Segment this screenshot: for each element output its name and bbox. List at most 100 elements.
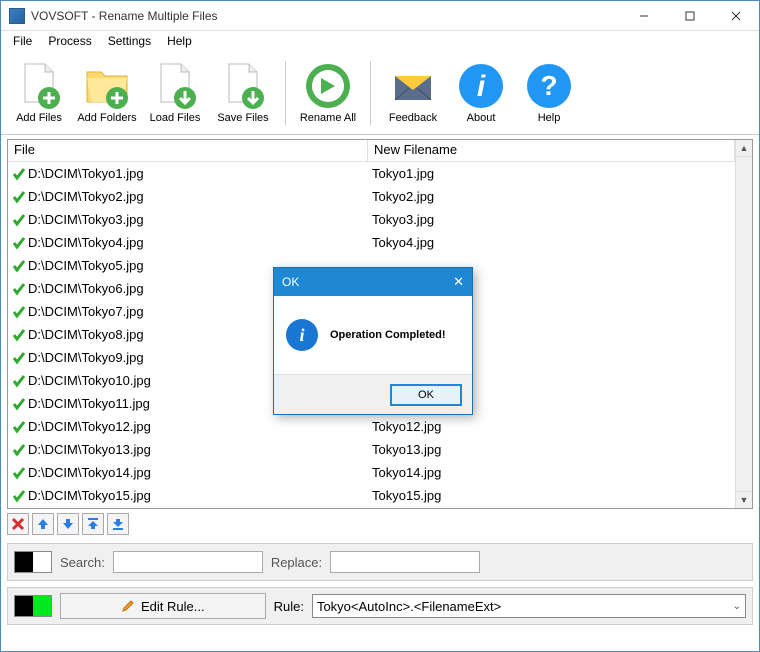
file-path: D:\DCIM\Tokyo9.jpg — [28, 350, 144, 365]
rename-all-icon — [304, 62, 352, 110]
add-folders-label: Add Folders — [77, 112, 136, 124]
scrollbar[interactable]: ▲ ▼ — [735, 140, 752, 508]
check-icon — [12, 236, 26, 250]
add-files-button[interactable]: Add Files — [5, 53, 73, 133]
rule-combo[interactable]: Tokyo<AutoInc>.<FilenameExt> ⌄ — [312, 594, 746, 618]
check-icon — [12, 259, 26, 273]
replace-label: Replace: — [271, 555, 322, 570]
titlebar: VOVSOFT - Rename Multiple Files — [1, 1, 759, 31]
feedback-button[interactable]: Feedback — [379, 53, 447, 133]
scroll-up-button[interactable]: ▲ — [736, 140, 752, 157]
move-bottom-button[interactable] — [107, 513, 129, 535]
table-row[interactable]: D:\DCIM\Tokyo4.jpg Tokyo4.jpg — [8, 231, 735, 254]
rename-all-button[interactable]: Rename All — [294, 53, 362, 133]
feedback-label: Feedback — [389, 112, 437, 124]
edit-rule-button[interactable]: Edit Rule... — [60, 593, 266, 619]
table-row[interactable]: D:\DCIM\Tokyo12.jpgTokyo12.jpg — [8, 415, 735, 438]
file-path: D:\DCIM\Tokyo7.jpg — [28, 304, 144, 319]
search-input[interactable] — [113, 551, 263, 573]
save-files-button[interactable]: Save Files — [209, 53, 277, 133]
action-bar — [7, 513, 753, 537]
menu-help[interactable]: Help — [159, 32, 200, 50]
toolbar-separator — [370, 61, 371, 125]
minimize-button[interactable] — [621, 1, 667, 31]
about-button[interactable]: i About — [447, 53, 515, 133]
remove-button[interactable] — [7, 513, 29, 535]
add-folders-button[interactable]: Add Folders — [73, 53, 141, 133]
table-row[interactable]: D:\DCIM\Tokyo2.jpg Tokyo2.jpg — [8, 185, 735, 208]
list-header: File New Filename — [8, 140, 735, 162]
toolbar: Add Files Add Folders Load Files Save Fi… — [1, 51, 759, 135]
new-filename: Tokyo3.jpg — [368, 212, 735, 227]
check-icon — [12, 305, 26, 319]
check-icon — [12, 443, 26, 457]
check-icon — [12, 489, 26, 503]
dialog-message: Operation Completed! — [330, 329, 446, 341]
check-icon — [12, 374, 26, 388]
rule-color-indicator[interactable] — [14, 595, 52, 617]
file-path: D:\DCIM\Tokyo14.jpg — [28, 465, 151, 480]
load-files-label: Load Files — [150, 112, 201, 124]
load-files-icon — [151, 62, 199, 110]
dialog-info-icon: i — [286, 319, 318, 351]
file-path: D:\DCIM\Tokyo10.jpg — [28, 373, 151, 388]
toolbar-separator — [285, 61, 286, 125]
check-icon — [12, 397, 26, 411]
move-top-button[interactable] — [82, 513, 104, 535]
edit-rule-label: Edit Rule... — [141, 599, 205, 614]
file-path: D:\DCIM\Tokyo4.jpg — [28, 235, 144, 250]
table-row[interactable]: D:\DCIM\Tokyo13.jpgTokyo13.jpg — [8, 438, 735, 461]
search-panel: Search: Replace: — [7, 543, 753, 581]
table-row[interactable]: D:\DCIM\Tokyo15.jpgTokyo15.jpg — [8, 484, 735, 507]
app-icon — [9, 8, 25, 24]
dialog-ok-button[interactable]: OK — [390, 384, 462, 406]
file-plus-icon — [15, 62, 63, 110]
svg-text:i: i — [477, 70, 486, 103]
check-icon — [12, 213, 26, 227]
new-filename: Tokyo13.jpg — [368, 442, 735, 457]
chevron-down-icon: ⌄ — [733, 601, 741, 612]
scroll-down-button[interactable]: ▼ — [736, 491, 752, 508]
check-icon — [12, 351, 26, 365]
column-new-filename[interactable]: New Filename — [368, 140, 735, 161]
rule-label: Rule: — [274, 599, 304, 614]
file-path: D:\DCIM\Tokyo6.jpg — [28, 281, 144, 296]
table-row[interactable]: D:\DCIM\Tokyo3.jpgTokyo3.jpg — [8, 208, 735, 231]
rule-panel: Edit Rule... Rule: Tokyo<AutoInc>.<Filen… — [7, 587, 753, 625]
menu-process[interactable]: Process — [40, 32, 99, 50]
load-files-button[interactable]: Load Files — [141, 53, 209, 133]
menu-settings[interactable]: Settings — [100, 32, 159, 50]
save-files-label: Save Files — [217, 112, 268, 124]
new-filename: Tokyo4.jpg — [368, 235, 735, 250]
file-path: D:\DCIM\Tokyo5.jpg — [28, 258, 144, 273]
rule-value: Tokyo<AutoInc>.<FilenameExt> — [317, 599, 501, 614]
envelope-icon — [389, 62, 437, 110]
file-path: D:\DCIM\Tokyo2.jpg — [28, 189, 144, 204]
about-label: About — [467, 112, 496, 124]
new-filename: Tokyo12.jpg — [368, 419, 735, 434]
close-button[interactable] — [713, 1, 759, 31]
move-up-button[interactable] — [32, 513, 54, 535]
new-filename: Tokyo14.jpg — [368, 465, 735, 480]
help-button[interactable]: ? Help — [515, 53, 583, 133]
table-row[interactable]: D:\DCIM\Tokyo14.jpg Tokyo14.jpg — [8, 461, 735, 484]
new-filename: Tokyo1.jpg — [368, 166, 735, 181]
menu-file[interactable]: File — [5, 32, 40, 50]
table-row[interactable]: D:\DCIM\Tokyo1.jpgTokyo1.jpg — [8, 162, 735, 185]
search-color-indicator[interactable] — [14, 551, 52, 573]
window-title: VOVSOFT - Rename Multiple Files — [31, 9, 621, 23]
help-label: Help — [538, 112, 561, 124]
column-file[interactable]: File — [8, 140, 368, 161]
replace-input[interactable] — [330, 551, 480, 573]
dialog-close-button[interactable]: ✕ — [453, 274, 464, 290]
svg-text:?: ? — [540, 70, 557, 101]
move-down-button[interactable] — [57, 513, 79, 535]
ok-dialog: OK ✕ i Operation Completed! OK — [273, 267, 473, 415]
check-icon — [12, 466, 26, 480]
add-files-label: Add Files — [16, 112, 62, 124]
maximize-button[interactable] — [667, 1, 713, 31]
new-filename: Tokyo15.jpg — [368, 488, 735, 503]
new-filename: Tokyo2.jpg — [368, 189, 735, 204]
check-icon — [12, 167, 26, 181]
info-icon: i — [457, 62, 505, 110]
